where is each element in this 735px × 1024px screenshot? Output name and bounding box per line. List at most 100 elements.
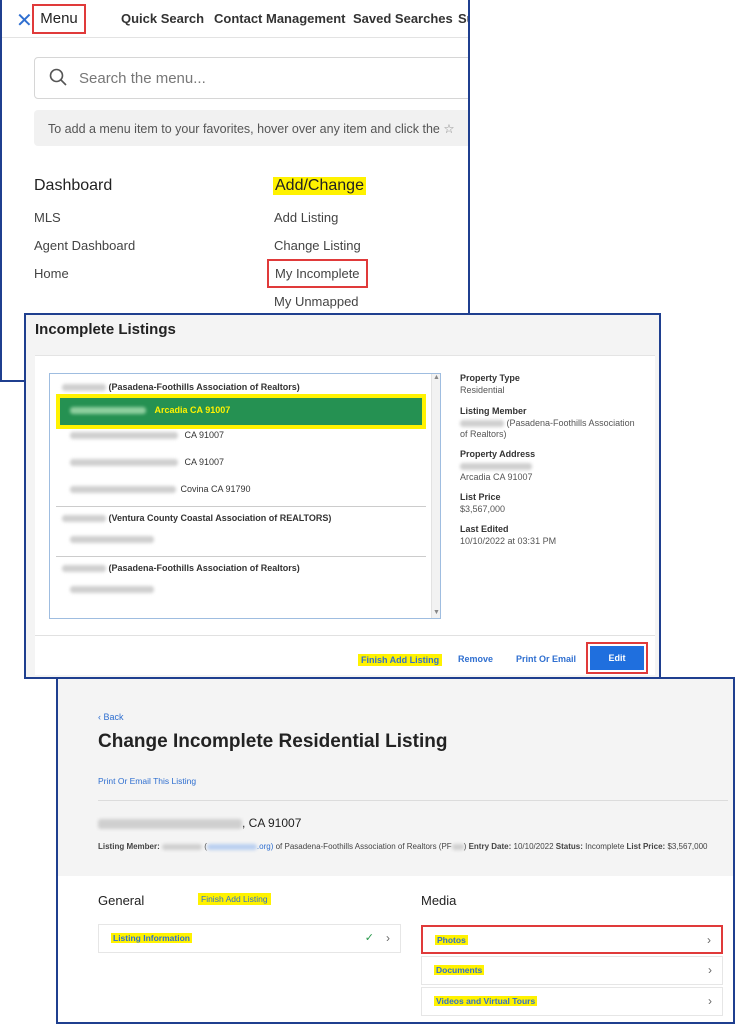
- listing-member-label: Listing Member:: [98, 842, 160, 851]
- dashboard-heading: Dashboard: [34, 177, 113, 194]
- scroll-down-icon[interactable]: ▼: [433, 609, 440, 616]
- association-name: (Ventura County Coastal Association of R…: [108, 513, 332, 523]
- listing-row-text: CA 91007: [184, 430, 225, 440]
- listing-meta: Listing Member: (.org) of Pasadena-Footh…: [98, 842, 708, 851]
- redacted-street: [70, 459, 178, 467]
- address-city: , CA 91007: [242, 816, 302, 830]
- last-edited-label: Last Edited: [460, 524, 509, 534]
- search-input[interactable]: Search the menu...: [79, 70, 206, 87]
- listing-row-text: Arcadia CA 91007: [154, 405, 231, 415]
- property-address-value: Arcadia CA 91007: [460, 472, 533, 482]
- menu-item-home[interactable]: Home: [34, 266, 69, 281]
- listbox-scrollbar[interactable]: ▲ ▼: [431, 374, 440, 618]
- chevron-right-icon: ›: [708, 994, 712, 1008]
- entry-date: 10/10/2022: [513, 842, 554, 851]
- header-divider: [98, 800, 728, 801]
- search-icon: [49, 68, 67, 86]
- add-change-heading: Add/Change: [273, 177, 366, 195]
- chevron-right-icon: ›: [386, 931, 390, 945]
- print-email-link[interactable]: Print Or Email This Listing: [98, 776, 196, 786]
- redacted-member: [460, 420, 504, 428]
- redacted-street: [98, 818, 242, 829]
- favorites-tip-text: To add a menu item to your favorites, ho…: [48, 122, 440, 136]
- listing-row[interactable]: CA 91007: [70, 457, 224, 467]
- listing-member-label: Listing Member: [460, 406, 527, 416]
- redacted-member: [162, 843, 203, 850]
- edit-button[interactable]: Edit: [590, 646, 644, 670]
- listing-row[interactable]: [70, 534, 154, 544]
- menu-item-my-incomplete[interactable]: My Incomplete: [267, 259, 368, 288]
- documents-item[interactable]: Documents ›: [421, 956, 723, 985]
- back-label: Back: [103, 712, 124, 722]
- listing-row[interactable]: CA 91007: [70, 430, 224, 440]
- nav-contact-management[interactable]: Contact Management: [214, 11, 345, 26]
- menu-item-my-unmapped[interactable]: My Unmapped: [274, 294, 359, 309]
- remove-button[interactable]: Remove: [458, 654, 493, 664]
- scroll-up-icon[interactable]: ▲: [433, 374, 440, 381]
- listing-row-selected[interactable]: Arcadia CA 91007: [56, 394, 426, 429]
- photos-label: Photos: [435, 935, 468, 945]
- nav-saved-searches[interactable]: Saved Searches: [353, 11, 453, 26]
- close-icon[interactable]: ✕: [16, 8, 33, 33]
- menu-item-mls[interactable]: MLS: [34, 210, 61, 225]
- entry-date-label: Entry Date:: [468, 842, 512, 851]
- listing-address: , CA 91007: [98, 816, 301, 830]
- redacted-listing: [70, 536, 154, 544]
- page-title: Change Incomplete Residential Listing: [98, 731, 448, 752]
- status-label: Status:: [555, 842, 583, 851]
- association-text: of Pasadena-Foothills Association of Rea…: [275, 842, 452, 851]
- group-divider: [56, 556, 426, 557]
- favorites-tip: To add a menu item to your favorites, ho…: [34, 110, 468, 146]
- redacted-email: [206, 843, 257, 850]
- listing-member-line2: of Realtors): [460, 429, 507, 439]
- footer-divider: [35, 635, 655, 636]
- association-header: (Pasadena-Foothills Association of Realt…: [62, 563, 300, 573]
- chevron-right-icon: ›: [708, 963, 712, 977]
- listing-row-text: CA 91007: [184, 457, 225, 467]
- list-price-label: List Price: [460, 492, 501, 502]
- association-header: (Ventura County Coastal Association of R…: [62, 513, 331, 523]
- property-address-label: Property Address: [460, 449, 536, 459]
- property-type-value: Residential: [460, 385, 505, 395]
- menu-search[interactable]: Search the menu...: [34, 57, 468, 99]
- redacted-street: [70, 486, 176, 494]
- listing-member-line1: (Pasadena-Foothills Association: [506, 418, 635, 428]
- redacted-address-line: [460, 461, 532, 471]
- menu-tab[interactable]: Menu: [32, 4, 86, 34]
- print-or-email-button[interactable]: Print Or Email: [516, 654, 576, 664]
- menu-item-agent-dashboard[interactable]: Agent Dashboard: [34, 238, 135, 253]
- finish-add-listing-button[interactable]: Finish Add Listing: [358, 654, 443, 666]
- last-edited-value: 10/10/2022 at 03:31 PM: [460, 536, 557, 546]
- email-link[interactable]: .org): [257, 842, 273, 851]
- redacted-street: [460, 463, 532, 471]
- incomplete-listbox[interactable]: ▲ ▼ (Pasadena-Foothills Association of R…: [49, 373, 441, 619]
- panel-title: Incomplete Listings: [35, 321, 176, 338]
- redacted-name: [62, 565, 106, 573]
- redacted-name: [62, 515, 106, 523]
- list-price-value: $3,567,000: [460, 504, 506, 514]
- property-type-label: Property Type: [460, 373, 520, 383]
- videos-tours-item[interactable]: Videos and Virtual Tours ›: [421, 987, 723, 1016]
- group-divider: [56, 506, 426, 507]
- listing-member-value: (Pasadena-Foothills Association: [460, 418, 635, 428]
- back-link[interactable]: ‹ Back: [98, 712, 124, 722]
- listing-row[interactable]: [70, 584, 154, 594]
- finish-add-listing-link[interactable]: Finish Add Listing: [198, 893, 271, 905]
- menu-item-add-listing[interactable]: Add Listing: [274, 210, 338, 225]
- association-name: (Pasadena-Foothills Association of Realt…: [108, 382, 300, 392]
- change-listing-panel: ‹ Back Change Incomplete Residential Lis…: [56, 677, 735, 1024]
- incomplete-listings-panel: Incomplete Listings ▲ ▼ (Pasadena-Foothi…: [24, 313, 661, 679]
- association-name: (Pasadena-Foothills Association of Realt…: [108, 563, 300, 573]
- checkmark-icon: ✓: [364, 932, 374, 944]
- photos-item[interactable]: Photos ›: [421, 925, 723, 954]
- association-header: (Pasadena-Foothills Association of Realt…: [62, 382, 300, 392]
- nav-quick-search[interactable]: Quick Search: [121, 11, 204, 26]
- redacted-street: [70, 407, 146, 415]
- menu-item-change-listing[interactable]: Change Listing: [274, 238, 361, 253]
- listing-information-label: Listing Information: [111, 933, 192, 943]
- listing-row[interactable]: Covina CA 91790: [70, 484, 251, 494]
- nav-more[interactable]: Su: [458, 11, 468, 26]
- chevron-right-icon: ›: [707, 933, 711, 947]
- top-nav: ✕ Menu Quick Search Contact Management S…: [2, 0, 468, 38]
- listing-information-item[interactable]: Listing Information ✓ ›: [98, 924, 401, 953]
